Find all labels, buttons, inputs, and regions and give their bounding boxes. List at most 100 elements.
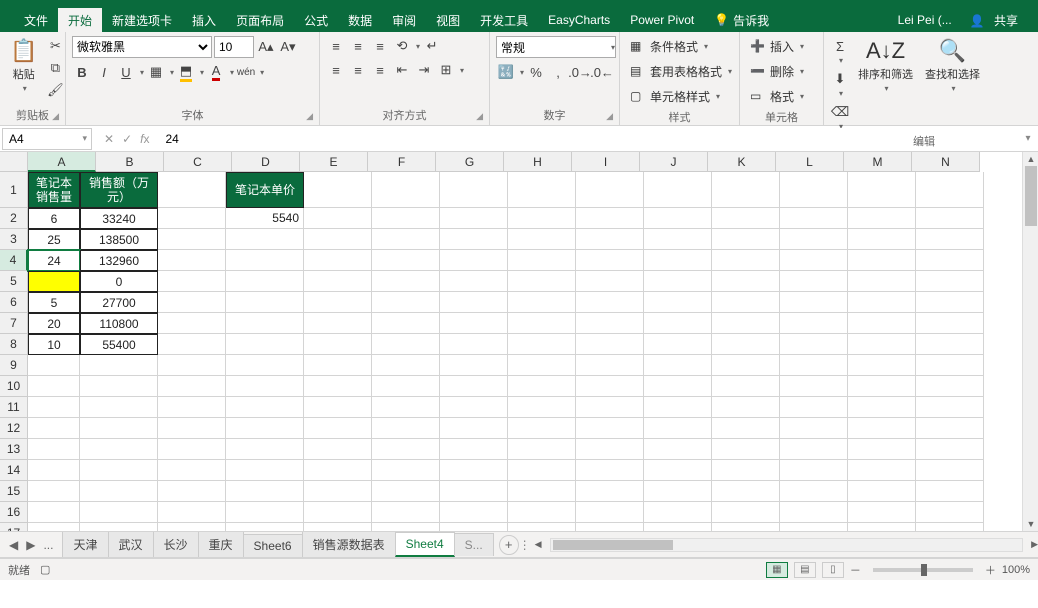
cell-E10[interactable] [304, 376, 372, 397]
cell-G9[interactable] [440, 355, 508, 376]
cell-K8[interactable] [712, 334, 780, 355]
clear-button[interactable]: ⌫ [830, 102, 850, 122]
cell-A12[interactable] [28, 418, 80, 439]
cell-B2[interactable]: 33240 [80, 208, 158, 229]
cell-N17[interactable] [916, 523, 984, 532]
cell-A6[interactable]: 5 [28, 292, 80, 313]
cell-D17[interactable] [226, 523, 304, 532]
column-header-D[interactable]: D [232, 152, 300, 172]
cell-F2[interactable] [372, 208, 440, 229]
cell-K6[interactable] [712, 292, 780, 313]
macro-record-icon[interactable]: ▢ [40, 563, 50, 576]
bold-button[interactable]: B [72, 62, 92, 82]
sheet-tab-天津[interactable]: 天津 [62, 531, 108, 557]
cell-F13[interactable] [372, 439, 440, 460]
zoom-slider[interactable] [873, 568, 973, 572]
cell-D8[interactable] [226, 334, 304, 355]
row-header-8[interactable]: 8 [0, 334, 28, 355]
cell-I3[interactable] [576, 229, 644, 250]
cell-G11[interactable] [440, 397, 508, 418]
paste-button[interactable]: 📋 粘贴 ▾ [6, 36, 41, 95]
autosum-button[interactable]: Σ [830, 36, 850, 56]
cell-C6[interactable] [158, 292, 226, 313]
tab-view[interactable]: 视图 [426, 8, 470, 33]
cell-N14[interactable] [916, 460, 984, 481]
cell-E6[interactable] [304, 292, 372, 313]
cell-G10[interactable] [440, 376, 508, 397]
cell-B1[interactable]: 销售额（万元） [80, 172, 158, 208]
cell-F4[interactable] [372, 250, 440, 271]
sheet-overflow[interactable]: S... [454, 533, 494, 556]
cell-M11[interactable] [848, 397, 916, 418]
cell-C10[interactable] [158, 376, 226, 397]
insert-cells-button[interactable]: ➕插入▾ [746, 36, 808, 57]
cell-I10[interactable] [576, 376, 644, 397]
cell-M17[interactable] [848, 523, 916, 532]
user-name[interactable]: Lei Pei (... [892, 11, 958, 29]
cell-F14[interactable] [372, 460, 440, 481]
cancel-formula-button[interactable]: ✕ [104, 132, 114, 146]
cell-K4[interactable] [712, 250, 780, 271]
cell-B16[interactable] [80, 502, 158, 523]
cell-L14[interactable] [780, 460, 848, 481]
cell-A16[interactable] [28, 502, 80, 523]
align-center-button[interactable]: ≡ [348, 60, 368, 80]
cell-F16[interactable] [372, 502, 440, 523]
cell-H16[interactable] [508, 502, 576, 523]
cell-M3[interactable] [848, 229, 916, 250]
cell-I2[interactable] [576, 208, 644, 229]
cell-H1[interactable] [508, 172, 576, 208]
cell-D3[interactable] [226, 229, 304, 250]
cell-H4[interactable] [508, 250, 576, 271]
cell-H2[interactable] [508, 208, 576, 229]
sheet-nav-more[interactable]: ... [40, 536, 56, 554]
cell-B5[interactable]: 0 [80, 271, 158, 292]
row-header-10[interactable]: 10 [0, 376, 28, 397]
cell-I4[interactable] [576, 250, 644, 271]
cell-C17[interactable] [158, 523, 226, 532]
cell-J10[interactable] [644, 376, 712, 397]
column-header-C[interactable]: C [164, 152, 232, 172]
cell-F6[interactable] [372, 292, 440, 313]
cell-J9[interactable] [644, 355, 712, 376]
tab-layout[interactable]: 页面布局 [226, 8, 294, 33]
cell-D11[interactable] [226, 397, 304, 418]
cell-B15[interactable] [80, 481, 158, 502]
scroll-thumb[interactable] [1025, 166, 1037, 226]
cell-E4[interactable] [304, 250, 372, 271]
cell-C4[interactable] [158, 250, 226, 271]
cell-G13[interactable] [440, 439, 508, 460]
cell-D6[interactable] [226, 292, 304, 313]
cell-M7[interactable] [848, 313, 916, 334]
cell-K7[interactable] [712, 313, 780, 334]
sheet-tab-Sheet4[interactable]: Sheet4 [395, 532, 455, 557]
cell-G6[interactable] [440, 292, 508, 313]
underline-button[interactable]: U [116, 62, 136, 82]
row-header-1[interactable]: 1 [0, 172, 28, 208]
view-normal-button[interactable]: ▦ [766, 562, 788, 578]
italic-button[interactable]: I [94, 62, 114, 82]
cell-J13[interactable] [644, 439, 712, 460]
tab-developer[interactable]: 开发工具 [470, 8, 538, 33]
cell-N5[interactable] [916, 271, 984, 292]
cell-K15[interactable] [712, 481, 780, 502]
cell-G7[interactable] [440, 313, 508, 334]
cell-A13[interactable] [28, 439, 80, 460]
column-header-B[interactable]: B [96, 152, 164, 172]
cell-I6[interactable] [576, 292, 644, 313]
cell-L1[interactable] [780, 172, 848, 208]
tab-powerpivot[interactable]: Power Pivot [620, 9, 704, 31]
cell-M9[interactable] [848, 355, 916, 376]
row-header-7[interactable]: 7 [0, 313, 28, 334]
cell-A10[interactable] [28, 376, 80, 397]
format-cells-button[interactable]: ▭格式▾ [746, 86, 808, 107]
cell-B7[interactable]: 110800 [80, 313, 158, 334]
cell-L13[interactable] [780, 439, 848, 460]
cell-H6[interactable] [508, 292, 576, 313]
cell-I7[interactable] [576, 313, 644, 334]
column-header-H[interactable]: H [504, 152, 572, 172]
cell-K14[interactable] [712, 460, 780, 481]
cell-M15[interactable] [848, 481, 916, 502]
cell-G8[interactable] [440, 334, 508, 355]
font-color-button[interactable]: A [206, 62, 226, 82]
